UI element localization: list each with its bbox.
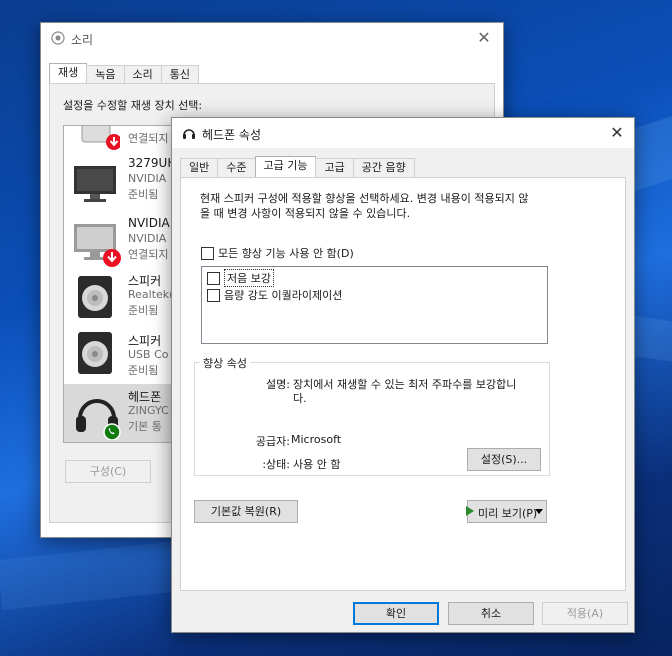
device-driver: NVIDIA — [128, 172, 167, 185]
device-driver: NVIDIA — [128, 232, 167, 245]
description-value-line-2: 다. — [293, 392, 307, 405]
configure-button[interactable]: 구성(C) — [65, 460, 151, 483]
play-icon — [466, 506, 474, 516]
props-window-title: 헤드폰 속성 — [202, 128, 262, 142]
tab-playback[interactable]: 재생 — [49, 63, 88, 85]
sound-titlebar: 소리 ✕ — [41, 23, 503, 53]
speaker-icon — [74, 274, 118, 325]
speaker-disconnected-icon — [74, 126, 122, 155]
headphones-icon — [74, 388, 122, 442]
checkbox-box[interactable] — [201, 246, 214, 260]
preview-split-button[interactable]: 미리 보기(P) — [466, 500, 547, 523]
checkbox-box[interactable] — [207, 271, 220, 285]
sound-instruction: 설정을 수정할 재생 장치 선택: — [63, 99, 203, 112]
tab-levels[interactable]: 수준 — [217, 158, 256, 178]
device-driver: ZINGYC — [128, 404, 169, 417]
provider-label: 공급자: — [255, 435, 290, 448]
checkbox-box[interactable] — [207, 288, 220, 302]
device-driver: USB Co — [128, 348, 169, 361]
device-status: 연결되지 — [128, 132, 169, 145]
tab-advanced[interactable]: 고급 — [315, 158, 354, 178]
device-status: 연결되지 — [128, 248, 169, 261]
props-tabs: 일반 수준 고급 기능 고급 공간 음향 — [180, 156, 415, 178]
device-status: 준비됨 — [128, 304, 159, 317]
sound-close-button[interactable]: ✕ — [473, 27, 495, 49]
tab-recording[interactable]: 녹음 — [86, 65, 125, 85]
headphone-properties-window: 헤드폰 속성 ✕ 일반 수준 고급 기능 고급 공간 음향 현재 스피커 구성에… — [171, 117, 635, 633]
sound-tabs: 재생 녹음 소리 통신 — [49, 63, 199, 85]
device-status: 준비됨 — [128, 188, 159, 201]
ok-button[interactable]: 확인 — [353, 602, 439, 625]
props-close-button[interactable]: ✕ — [606, 122, 628, 144]
cancel-button[interactable]: 취소 — [448, 602, 534, 625]
device-name: 스피커 — [128, 334, 162, 348]
enhancement-label: 음량 강도 이퀄라이제이션 — [224, 289, 343, 302]
enhancements-list[interactable]: 저음 보강 음량 강도 이퀄라이제이션 — [201, 266, 548, 344]
device-name: 3279UH — [128, 156, 177, 170]
tab-general[interactable]: 일반 — [180, 158, 219, 178]
speaker-icon — [74, 330, 118, 381]
monitor-disconnected-icon — [72, 218, 122, 271]
disable-all-label: 모든 향상 기능 사용 안 함(D) — [218, 247, 354, 260]
sound-app-icon — [51, 31, 65, 48]
restore-defaults-button[interactable]: 기본값 복원(R) — [194, 500, 298, 523]
dropdown-arrow-icon[interactable] — [535, 509, 543, 514]
description-value-line-1: 장치에서 재생할 수 있는 최저 주파수를 보강합니 — [293, 378, 517, 391]
enhancement-item[interactable]: 저음 보강 — [207, 269, 274, 287]
apply-button[interactable]: 적용(A) — [542, 602, 628, 625]
preview-label: 미리 보기(P) — [478, 507, 538, 520]
enhancement-label: 저음 보강 — [224, 269, 274, 287]
settings-button[interactable]: 설정(S)... — [467, 448, 541, 471]
sound-window-title: 소리 — [71, 33, 94, 47]
device-status: 기본 통 — [128, 420, 162, 433]
device-name: 스피커 — [128, 274, 162, 288]
tab-enhancements[interactable]: 고급 기능 — [254, 156, 317, 178]
device-driver: Realtek( — [128, 288, 174, 301]
enhancement-item[interactable]: 음량 강도 이퀄라이제이션 — [207, 287, 342, 303]
status-label: :상태: — [262, 458, 290, 471]
provider-value: Microsoft — [291, 433, 342, 446]
device-name: 헤드폰 — [128, 390, 162, 404]
description-line-2: 을 때 변경 사항이 적용되지 않을 수 있습니다. — [200, 207, 411, 220]
props-titlebar: 헤드폰 속성 ✕ — [172, 118, 634, 148]
tab-spatial-sound[interactable]: 공간 음향 — [352, 158, 415, 178]
description-label: 설명: — [266, 378, 290, 391]
tab-communications[interactable]: 통신 — [160, 65, 199, 85]
device-name: NVIDIA — [128, 216, 170, 230]
device-status: 준비됨 — [128, 364, 159, 377]
tab-sounds[interactable]: 소리 — [123, 65, 162, 85]
status-value: 사용 안 함 — [293, 458, 341, 471]
monitor-icon — [72, 160, 118, 209]
headphones-title-icon — [182, 126, 196, 143]
disable-all-checkbox[interactable]: 모든 향상 기능 사용 안 함(D) — [201, 245, 354, 261]
group-title: 향상 속성 — [200, 355, 250, 371]
description-line-1: 현재 스피커 구성에 적용할 향상을 선택하세요. 변경 내용이 적용되지 않 — [200, 192, 529, 205]
